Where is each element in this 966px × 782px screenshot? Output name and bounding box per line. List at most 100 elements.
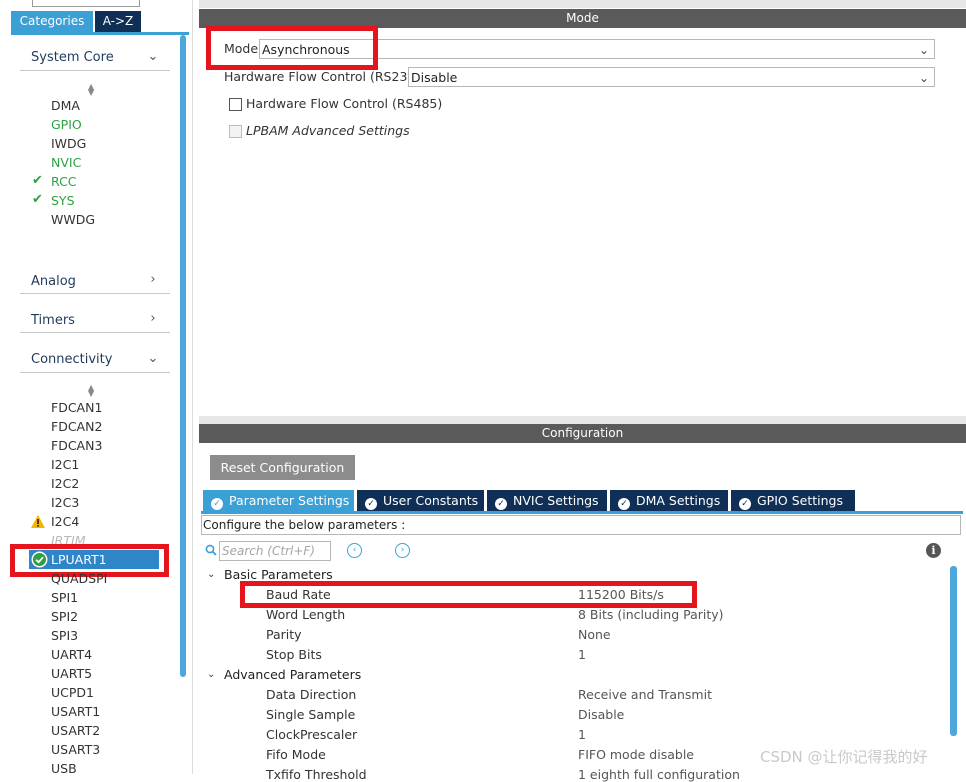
list-item-usart3[interactable]: USART3 bbox=[51, 741, 100, 759]
chevron-down-icon[interactable]: ⌄ bbox=[146, 50, 160, 64]
check-circle-icon: ✓ bbox=[495, 498, 507, 510]
chevron-right-icon[interactable]: › bbox=[146, 312, 160, 326]
left-scrollbar[interactable] bbox=[180, 35, 186, 677]
list-item-rcc[interactable]: RCC bbox=[51, 173, 77, 191]
tab-user-constants[interactable]: ✓ User Constants bbox=[357, 490, 484, 511]
group-advanced-parameters[interactable]: Advanced Parameters bbox=[224, 667, 361, 682]
param-value-single-sample[interactable]: Disable bbox=[578, 707, 624, 722]
tab-dma-settings[interactable]: ✓ DMA Settings bbox=[610, 490, 728, 511]
highlight-box bbox=[240, 581, 697, 608]
nav-prev-icon[interactable]: ‹ bbox=[347, 543, 362, 558]
check-circle-icon: ✓ bbox=[739, 498, 751, 510]
param-name-stop-bits[interactable]: Stop Bits bbox=[266, 647, 322, 662]
param-value-txfifo-threshold[interactable]: 1 eighth full configuration bbox=[578, 767, 740, 782]
param-name-parity[interactable]: Parity bbox=[266, 627, 302, 642]
check-circle-icon: ✓ bbox=[365, 498, 377, 510]
divider bbox=[20, 293, 170, 294]
tab-categories[interactable]: Categories bbox=[11, 11, 93, 32]
chevron-down-icon: ⌄ bbox=[918, 43, 929, 57]
category-search-input[interactable] bbox=[32, 0, 140, 7]
sort-icon[interactable]: ▲ ▼ bbox=[88, 83, 94, 97]
list-item-spi3[interactable]: SPI3 bbox=[51, 627, 78, 645]
nav-next-icon[interactable]: › bbox=[395, 543, 410, 558]
sort-icon[interactable]: ▲ ▼ bbox=[88, 384, 94, 398]
chevron-down-icon[interactable]: ⌄ bbox=[207, 669, 215, 680]
tab-a-z[interactable]: A->Z bbox=[95, 11, 141, 32]
param-value-data-direction[interactable]: Receive and Transmit bbox=[578, 687, 712, 702]
hw-flow-rs232-select[interactable]: Disable ⌄ bbox=[408, 67, 935, 87]
list-item-fdcan1[interactable]: FDCAN1 bbox=[51, 399, 102, 417]
param-name-txfifo-threshold[interactable]: Txfifo Threshold bbox=[266, 767, 367, 782]
param-value-clock-prescaler[interactable]: 1 bbox=[578, 727, 586, 742]
list-item-i2c4[interactable]: I2C4 bbox=[51, 513, 79, 531]
chevron-right-icon[interactable]: › bbox=[146, 273, 160, 287]
list-item-uart5[interactable]: UART5 bbox=[51, 665, 92, 683]
parameter-search-input[interactable]: Search (Ctrl+F) bbox=[219, 541, 331, 561]
param-name-clock-prescaler[interactable]: ClockPrescaler bbox=[266, 727, 357, 742]
list-item-uart4[interactable]: UART4 bbox=[51, 646, 92, 664]
list-item-sys[interactable]: SYS bbox=[51, 192, 75, 210]
info-icon[interactable]: i bbox=[926, 543, 941, 558]
list-item-usart1[interactable]: USART1 bbox=[51, 703, 100, 721]
list-item-gpio[interactable]: GPIO bbox=[51, 116, 82, 134]
reset-configuration-button[interactable]: Reset Configuration bbox=[210, 455, 355, 480]
list-item-i2c3[interactable]: I2C3 bbox=[51, 494, 79, 512]
tab-gpio-settings[interactable]: ✓ GPIO Settings bbox=[731, 490, 855, 511]
list-item-quadspi[interactable]: QUADSPI bbox=[51, 570, 107, 588]
param-value-parity[interactable]: None bbox=[578, 627, 611, 642]
check-icon: ✔ bbox=[32, 173, 43, 188]
pane-top-bar bbox=[199, 0, 966, 8]
configuration-scrollbar[interactable] bbox=[950, 566, 957, 736]
param-name-single-sample[interactable]: Single Sample bbox=[266, 707, 355, 722]
list-item-dma[interactable]: DMA bbox=[51, 97, 80, 115]
left-panel bbox=[0, 0, 193, 774]
group-basic-parameters[interactable]: Basic Parameters bbox=[224, 567, 333, 582]
hw-flow-rs485-checkbox[interactable] bbox=[229, 98, 242, 111]
chevron-down-icon: ⌄ bbox=[918, 71, 929, 85]
list-item-ucpd1[interactable]: UCPD1 bbox=[51, 684, 94, 702]
param-name-fifo-mode[interactable]: Fifo Mode bbox=[266, 747, 326, 762]
hw-flow-rs232-value: Disable bbox=[411, 70, 458, 85]
list-item-wwdg[interactable]: WWDG bbox=[51, 211, 95, 229]
category-connectivity[interactable]: Connectivity bbox=[31, 352, 112, 367]
list-item-i2c1[interactable]: I2C1 bbox=[51, 456, 79, 474]
hw-flow-rs485-label: Hardware Flow Control (RS485) bbox=[246, 96, 443, 111]
category-analog[interactable]: Analog bbox=[31, 274, 76, 289]
chevron-down-icon[interactable]: ⌄ bbox=[146, 352, 160, 366]
param-name-word-length[interactable]: Word Length bbox=[266, 607, 345, 622]
check-circle-icon: ✓ bbox=[618, 498, 630, 510]
hw-flow-rs232-label: Hardware Flow Control (RS232) bbox=[224, 69, 421, 84]
category-system-core[interactable]: System Core bbox=[31, 50, 114, 65]
warning-icon bbox=[31, 515, 45, 531]
divider bbox=[20, 70, 170, 71]
param-value-word-length[interactable]: 8 Bits (including Parity) bbox=[578, 607, 724, 622]
list-item-i2c2[interactable]: I2C2 bbox=[51, 475, 79, 493]
param-name-data-direction[interactable]: Data Direction bbox=[266, 687, 356, 702]
search-icon[interactable] bbox=[205, 544, 217, 559]
tab-nvic-settings[interactable]: ✓ NVIC Settings bbox=[487, 490, 607, 511]
list-item-usart2[interactable]: USART2 bbox=[51, 722, 100, 740]
tab-parameter-settings[interactable]: ✓ Parameter Settings bbox=[203, 490, 354, 511]
list-item-iwdg[interactable]: IWDG bbox=[51, 135, 86, 153]
divider bbox=[20, 372, 170, 373]
configure-description: Configure the below parameters : bbox=[201, 515, 961, 535]
category-timers[interactable]: Timers bbox=[31, 313, 75, 328]
check-icon: ✔ bbox=[32, 192, 43, 207]
list-item-spi1[interactable]: SPI1 bbox=[51, 589, 78, 607]
pane-splitter[interactable] bbox=[199, 416, 966, 424]
list-item-spi2[interactable]: SPI2 bbox=[51, 608, 78, 626]
list-item-usb[interactable]: USB bbox=[51, 760, 77, 778]
param-value-stop-bits[interactable]: 1 bbox=[578, 647, 586, 662]
param-value-fifo-mode[interactable]: FIFO mode disable bbox=[578, 747, 694, 762]
configuration-header: Configuration bbox=[199, 424, 966, 443]
list-item-fdcan2[interactable]: FDCAN2 bbox=[51, 418, 102, 436]
list-item-fdcan3[interactable]: FDCAN3 bbox=[51, 437, 102, 455]
tab-underline bbox=[201, 511, 963, 514]
lpbam-checkbox[interactable] bbox=[229, 125, 242, 138]
lpbam-label: LPBAM Advanced Settings bbox=[246, 123, 410, 138]
divider bbox=[20, 332, 170, 333]
list-item-nvic[interactable]: NVIC bbox=[51, 154, 81, 172]
check-circle-icon: ✓ bbox=[211, 498, 223, 510]
watermark: CSDN @让你记得我的好 bbox=[760, 748, 928, 766]
chevron-down-icon[interactable]: ⌄ bbox=[207, 569, 215, 580]
